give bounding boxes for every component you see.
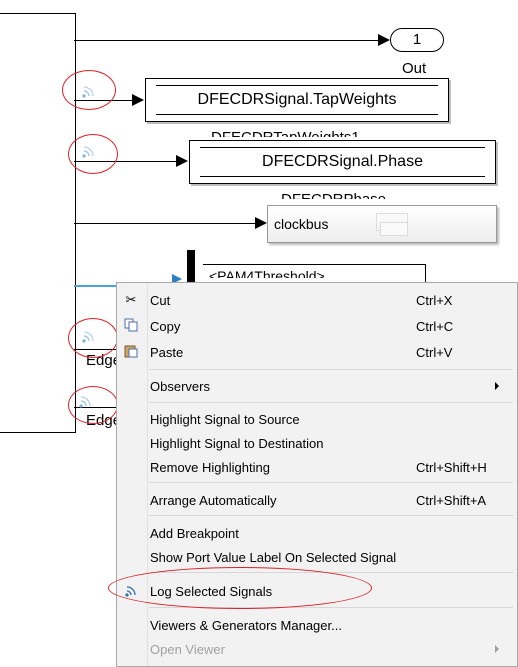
outport-number: 1 — [412, 31, 422, 48]
menu-item-highlight-destination[interactable]: Highlight Signal to Destination — [117, 431, 517, 455]
menu-separator — [149, 515, 513, 516]
pam4-threshold-label: <PAM4Threshold> — [209, 268, 325, 278]
outport-block[interactable]: 1 — [390, 28, 444, 52]
menu-item-cut[interactable]: ✂ Cut Ctrl+X — [117, 288, 517, 312]
menu-item-label: Cut — [150, 293, 171, 308]
menu-item-paste[interactable]: Paste Ctrl+V — [117, 340, 517, 364]
menu-item-label: Open Viewer — [150, 642, 225, 657]
context-menu: ✂ Cut Ctrl+X Copy Ctrl+C Paste Ctrl+V Ob… — [116, 282, 518, 667]
subsystem-block[interactable] — [0, 13, 76, 433]
menu-separator — [149, 369, 513, 370]
arrowhead — [176, 155, 188, 167]
selected-signal-line[interactable] — [74, 285, 120, 287]
goto-tag: DFECDRSignal.TapWeights — [156, 85, 438, 115]
menu-item-shortcut: Ctrl+Shift+A — [416, 493, 487, 508]
menu-item-copy[interactable]: Copy Ctrl+C — [117, 314, 517, 338]
menu-item-label: Highlight Signal to Source — [150, 412, 300, 427]
signal-line-out[interactable] — [74, 40, 380, 41]
menu-item-arrange-automatically[interactable]: Arrange Automatically Ctrl+Shift+A — [117, 488, 517, 512]
menu-item-show-port-value-label[interactable]: Show Port Value Label On Selected Signal — [117, 545, 517, 569]
menu-item-label: Show Port Value Label On Selected Signal — [150, 550, 397, 565]
goto-block-phase[interactable]: DFECDRSignal.Phase — [189, 140, 496, 184]
clockbus-block[interactable]: clockbus — [267, 205, 497, 243]
menu-item-add-breakpoint[interactable]: Add Breakpoint — [117, 521, 517, 545]
arrowhead — [378, 34, 390, 46]
menu-item-label: Paste — [150, 345, 184, 360]
menu-item-remove-highlighting[interactable]: Remove Highlighting Ctrl+Shift+H — [117, 455, 517, 479]
annotation-circle — [62, 70, 116, 110]
annotation-circle — [68, 318, 118, 358]
clockbus-label: clockbus — [274, 216, 329, 232]
menu-item-label: Observers — [150, 379, 210, 394]
menu-item-shortcut: Ctrl+C — [416, 319, 454, 334]
menu-separator — [149, 482, 513, 483]
scissors-icon: ✂ — [125, 292, 137, 307]
menu-item-label: Highlight Signal to Destination — [150, 436, 324, 451]
menu-item-label: Add Breakpoint — [150, 526, 239, 541]
goto-under-label: DFECDRTapWeights1 — [211, 129, 360, 137]
menu-item-observers[interactable]: Observers — [117, 374, 517, 398]
menu-item-shortcut: Ctrl+V — [416, 345, 453, 360]
bus-icon-detail — [380, 222, 408, 236]
arrowhead — [255, 217, 267, 229]
submenu-arrow-icon — [495, 382, 499, 390]
outport-label: Out — [402, 60, 427, 77]
goto-tag: DFECDRSignal.Phase — [200, 147, 485, 177]
copy-icon — [123, 318, 139, 334]
annotation-ellipse — [108, 567, 372, 609]
paste-icon — [123, 344, 139, 360]
arrowhead — [132, 94, 144, 106]
menu-item-label: Arrange Automatically — [150, 493, 277, 508]
menu-item-open-viewer: Open Viewer — [117, 637, 517, 661]
annotation-circle — [68, 134, 118, 174]
menu-item-shortcut: Ctrl+X — [416, 293, 453, 308]
goto-under-label: DFECDRPhase — [281, 191, 386, 199]
menu-separator — [149, 402, 513, 403]
menu-item-highlight-source[interactable]: Highlight Signal to Source — [117, 407, 517, 431]
signal-line-clockbus[interactable] — [74, 223, 256, 224]
menu-item-label: Viewers & Generators Manager... — [150, 618, 342, 633]
menu-item-label: Remove Highlighting — [150, 460, 270, 475]
menu-item-label: Copy — [150, 319, 181, 334]
menu-item-viewers-generators-manager[interactable]: Viewers & Generators Manager... — [117, 613, 517, 637]
submenu-arrow-icon — [495, 645, 499, 653]
menu-item-shortcut: Ctrl+Shift+H — [416, 460, 487, 475]
goto-block-tapweights[interactable]: DFECDRSignal.TapWeights — [145, 78, 449, 122]
annotation-circle — [68, 386, 118, 424]
